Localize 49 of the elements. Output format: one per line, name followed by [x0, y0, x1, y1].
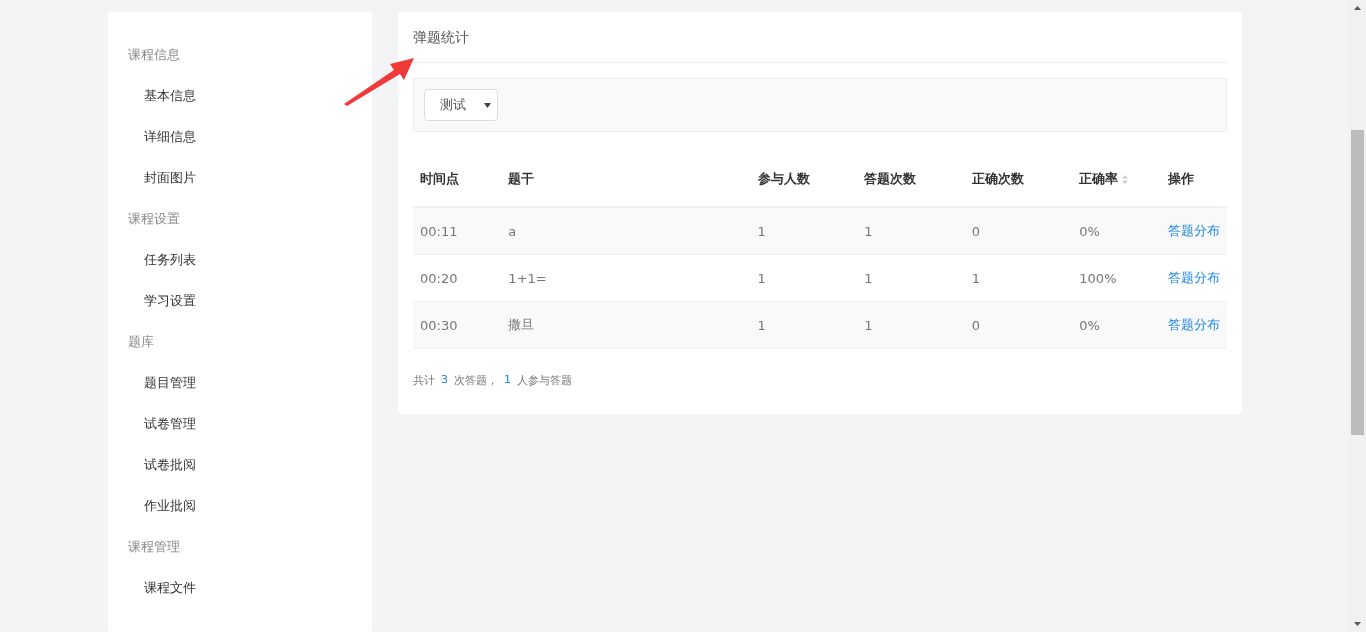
table-cell: 1: [757, 270, 766, 286]
sidebar-group-title: 课程管理: [127, 538, 181, 556]
sidebar-group-title: 课程设置: [127, 210, 181, 228]
sidebar-item[interactable]: 基本信息: [108, 75, 372, 116]
column-header: 正确次数: [971, 170, 1024, 186]
column-header[interactable]: 正确率: [1079, 170, 1119, 186]
table-cell: 1: [864, 270, 873, 286]
distribution-link[interactable]: 答题分布: [1168, 223, 1220, 238]
sidebar-item[interactable]: 任务列表: [108, 239, 372, 280]
sidebar-item[interactable]: 试卷批阅: [108, 444, 372, 485]
sidebar-item[interactable]: 学习设置: [108, 280, 372, 321]
table-cell: 00:20: [420, 270, 458, 286]
table-cell: 1: [864, 223, 873, 239]
quiz-select[interactable]: 测试: [424, 89, 498, 121]
sidebar-group-title: 题库: [127, 333, 155, 351]
sidebar-item[interactable]: 作业批阅: [108, 485, 372, 526]
table-cell: 1: [864, 317, 873, 333]
sidebar-item[interactable]: 课程文件: [108, 567, 372, 608]
sidebar-item[interactable]: 题目管理: [108, 362, 372, 403]
caret-icon: [484, 102, 491, 108]
distribution-link[interactable]: 答题分布: [1168, 317, 1220, 332]
table-cell: 00:30: [420, 317, 458, 333]
sidebar-item[interactable]: 试卷管理: [108, 403, 372, 444]
table-cell: 0: [971, 223, 981, 239]
sidebar-item[interactable]: 封面图片: [108, 157, 372, 198]
table-cell: 1: [757, 317, 766, 333]
table-cell: 撒旦: [508, 317, 535, 332]
table-cell: 1+1=: [508, 270, 547, 286]
table-cell: 0%: [1079, 223, 1100, 239]
sort-icon[interactable]: [1122, 174, 1129, 184]
column-header: 操作: [1168, 170, 1194, 186]
column-header: 时间点: [420, 170, 459, 186]
column-header: 题干: [508, 170, 535, 186]
table-cell: 0%: [1079, 317, 1100, 333]
table-cell: 1: [971, 270, 981, 286]
table-cell: 00:11: [420, 223, 458, 239]
column-header: 参与人数: [757, 170, 810, 186]
summary-text: 共计 3 次答题， 1 人参与答题: [413, 373, 573, 388]
sidebar-group-title: 课程信息: [127, 46, 181, 64]
distribution-link[interactable]: 答题分布: [1168, 270, 1220, 285]
sidebar-item[interactable]: 详细信息: [108, 116, 372, 157]
panel-title: 弹题统计: [413, 12, 1227, 63]
column-header: 答题次数: [864, 170, 917, 186]
table-cell: 100%: [1079, 270, 1117, 286]
table-cell: 0: [971, 317, 981, 333]
arrow-annotation: [344, 56, 416, 106]
table-cell: 1: [757, 223, 766, 239]
table-cell: a: [508, 223, 517, 239]
scrollbar[interactable]: [1349, 0, 1366, 632]
